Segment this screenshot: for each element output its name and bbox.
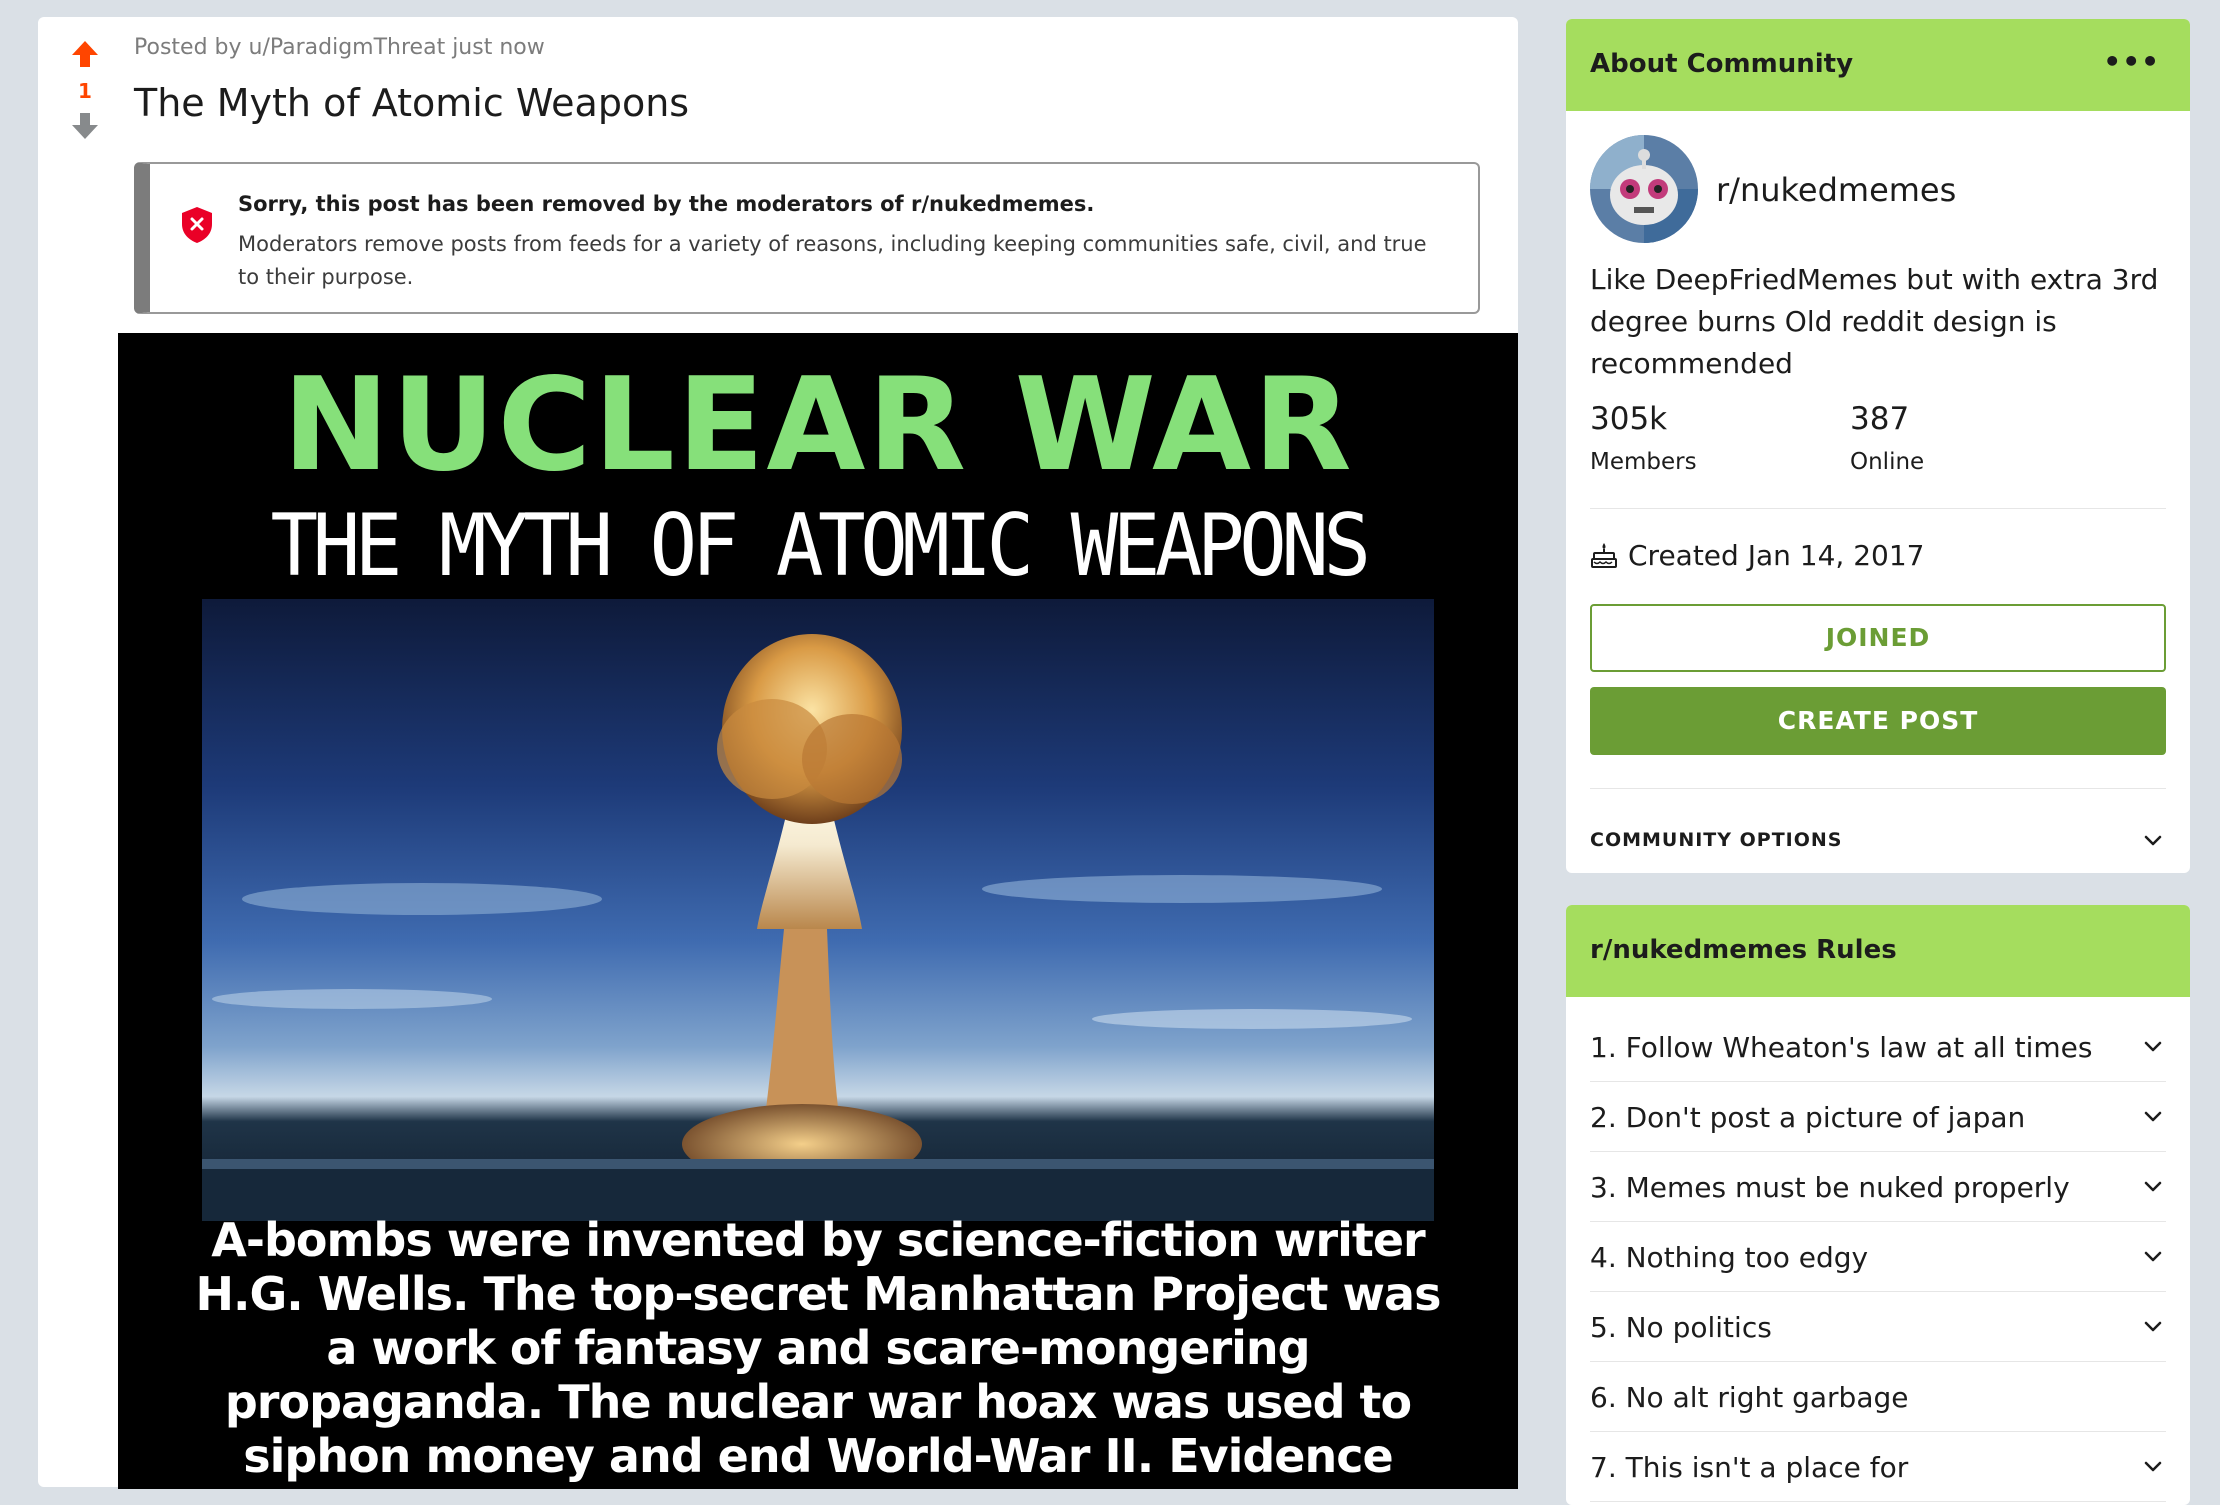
chevron-down-icon	[2144, 1181, 2162, 1192]
chevron-down-icon	[2144, 1111, 2162, 1122]
online-count: 387	[1850, 401, 1910, 437]
chevron-down-icon	[2144, 1461, 2162, 1472]
rule-item[interactable]: 6. No alt right garbage	[1590, 1361, 2166, 1432]
rules-card: r/nukedmemes Rules 1. Follow Wheaton's l…	[1566, 905, 2190, 1505]
chevron-down-icon	[2144, 1041, 2162, 1052]
about-header-title: About Community	[1590, 49, 1854, 79]
rule-label: 5. No politics	[1590, 1311, 1772, 1344]
rule-label: 4. Nothing too edgy	[1590, 1241, 1869, 1274]
create-post-button[interactable]: CREATE POST	[1590, 687, 2166, 755]
rule-item[interactable]: 1. Follow Wheaton's law at all times	[1590, 1011, 2166, 1082]
post-image[interactable]: NUCLEAR WAR THE MYTH OF ATOMIC WEAPONS A…	[118, 333, 1518, 1489]
rule-label: 3. Memes must be nuked properly	[1590, 1171, 2070, 1204]
divider	[1590, 508, 2166, 509]
rules-header: r/nukedmemes Rules	[1566, 905, 2190, 997]
members-stat: 305k Members	[1590, 401, 1697, 475]
created-label: Created Jan 14, 2017	[1628, 539, 1925, 572]
chevron-down-icon	[2144, 835, 2162, 846]
rule-item[interactable]: 4. Nothing too edgy	[1590, 1221, 2166, 1292]
chevron-down-icon	[2144, 1251, 2162, 1262]
upvote-icon[interactable]	[70, 39, 100, 69]
post-title[interactable]: The Myth of Atomic Weapons	[134, 81, 689, 125]
rule-label: 2. Don't post a picture of japan	[1590, 1101, 2026, 1134]
vote-count: 1	[78, 79, 92, 103]
cake-icon	[1591, 543, 1617, 568]
more-icon[interactable]: •••	[2103, 45, 2160, 78]
rule-item[interactable]: 5. No politics	[1590, 1291, 2166, 1362]
mushroom-cloud-photo	[202, 599, 1434, 1221]
joined-button[interactable]: JOINED	[1590, 604, 2166, 672]
meme-body-text: A-bombs were invented by science-fiction…	[195, 1213, 1442, 1489]
removed-notice-title: Sorry, this post has been removed by the…	[238, 192, 1095, 216]
community-description: Like DeepFriedMemes but with extra 3rd d…	[1590, 263, 2159, 380]
removed-notice-body: Moderators remove posts from feeds for a…	[238, 232, 1427, 289]
rule-label: 1. Follow Wheaton's law at all times	[1590, 1031, 2093, 1064]
about-community-card: About Community ••• r/nukedmemes Like De…	[1566, 19, 2190, 873]
divider	[1590, 788, 2166, 789]
rule-item[interactable]: 3. Memes must be nuked properly	[1590, 1151, 2166, 1222]
members-label: Members	[1590, 449, 1697, 475]
post-meta[interactable]: Posted by u/ParadigmThreat just now	[134, 35, 545, 60]
rule-label: 7. This isn't a place for	[1590, 1451, 1909, 1484]
about-header: About Community •••	[1566, 19, 2190, 111]
chevron-down-icon	[2144, 1321, 2162, 1332]
vote-column: 1	[58, 39, 112, 141]
rule-label: 6. No alt right garbage	[1590, 1381, 1909, 1414]
rule-item[interactable]: 7. This isn't a place for	[1590, 1431, 2166, 1502]
online-stat: 387 Online	[1850, 401, 1924, 475]
community-options-label: COMMUNITY OPTIONS	[1590, 829, 1843, 851]
shield-x-icon	[182, 207, 212, 243]
rule-item[interactable]: 2. Don't post a picture of japan	[1590, 1081, 2166, 1152]
meme-headline: NUCLEAR WAR	[282, 351, 1354, 500]
created-date: Created Jan 14, 2017	[1590, 539, 1924, 572]
mushroom-cloud-illustration	[202, 634, 1434, 1221]
members-count: 305k	[1590, 401, 1668, 437]
community-options-toggle[interactable]: COMMUNITY OPTIONS	[1590, 819, 2166, 859]
rules-header-title: r/nukedmemes Rules	[1590, 935, 1897, 965]
removed-notice: Sorry, this post has been removed by the…	[134, 162, 1480, 314]
meme-subheadline: THE MYTH OF ATOMIC WEAPONS	[270, 496, 1371, 596]
community-name[interactable]: r/nukedmemes	[1716, 171, 1956, 209]
downvote-icon[interactable]	[70, 111, 100, 141]
online-label: Online	[1850, 449, 1925, 475]
post-card: 1 Posted by u/ParadigmThreat just now Th…	[38, 17, 1518, 1489]
community-avatar[interactable]	[1590, 135, 1698, 243]
